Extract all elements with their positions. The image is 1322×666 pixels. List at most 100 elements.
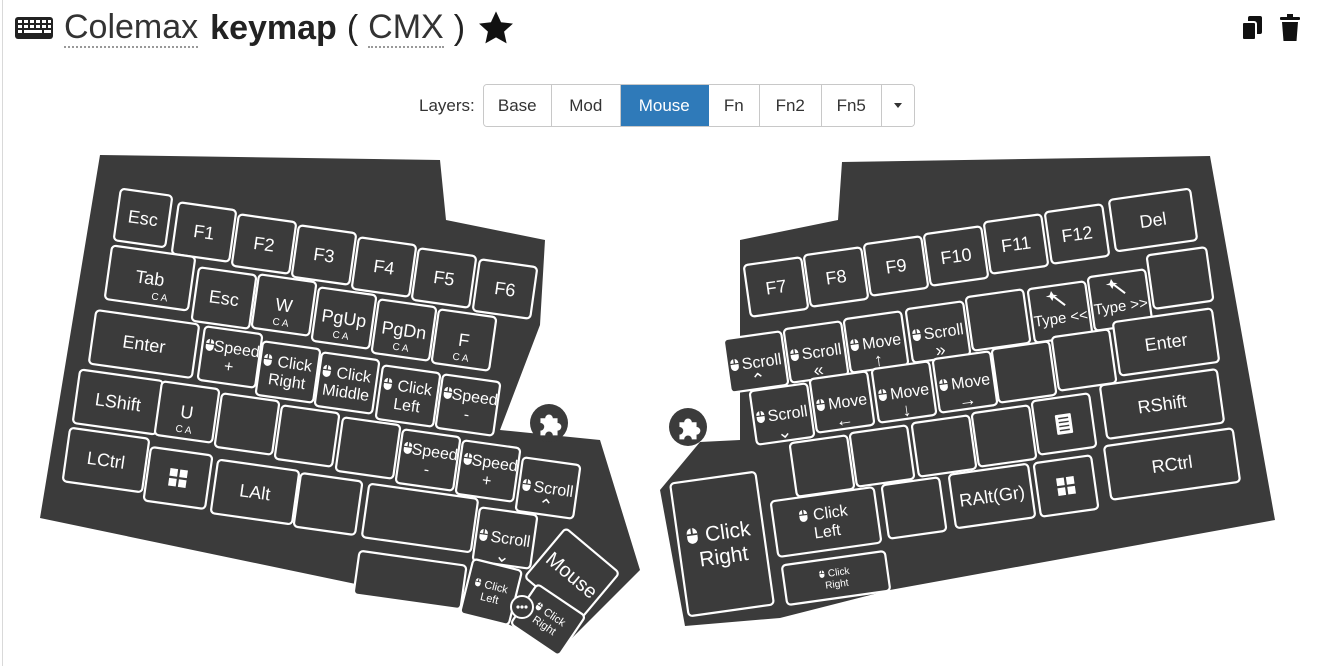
key-f4-label: F4	[372, 256, 396, 279]
keyboard-name[interactable]: Colemax	[64, 8, 199, 48]
key-w-label: W	[274, 294, 294, 316]
key-f[interactable]: FC A	[430, 308, 498, 372]
key-f12[interactable]: F12	[1044, 203, 1110, 265]
keyboard-icon	[15, 17, 53, 39]
key-lctrl[interactable]: LCtrl	[62, 427, 150, 493]
key-blank-r6[interactable]	[910, 414, 978, 478]
arrow-icon: ⌃	[750, 369, 768, 391]
key-mouse-speed-minus[interactable]: Speed-	[434, 373, 502, 437]
puzzle-icon[interactable]	[530, 404, 568, 442]
key-f8-label: F8	[824, 266, 848, 289]
key-blank-r4[interactable]	[990, 340, 1058, 404]
key-blank-r5[interactable]	[970, 404, 1038, 468]
key-pgup[interactable]: PgUpC A	[310, 286, 378, 350]
key-del[interactable]: Del	[1108, 187, 1198, 253]
key-esc-2[interactable]: Esc	[190, 266, 258, 330]
key-esc[interactable]: Esc	[113, 188, 173, 248]
key-f10[interactable]: F10	[923, 225, 989, 287]
key-blank-r2[interactable]	[964, 288, 1032, 352]
key-mouse-speed-plus-2[interactable]: Speed+	[454, 439, 522, 503]
keyboard-diagram: EscF1F2 F3F4 F5 F6TabC A Esc WC A PgUpC A PgDnC…	[40, 155, 1275, 656]
key-mouse-click-right[interactable]: ClickRight	[254, 340, 322, 404]
modifier-hint: C A	[392, 342, 410, 355]
key-del-label: Del	[1138, 209, 1168, 233]
modifier-hint: C A	[175, 424, 193, 437]
key-win-left[interactable]	[142, 446, 214, 510]
key-f9-label: F9	[884, 255, 908, 278]
layer-tab-fn5[interactable]: Fn5	[821, 85, 882, 126]
key-mouse-move-down[interactable]: Move↓	[870, 360, 938, 424]
key-f9[interactable]: F9	[863, 235, 929, 297]
key-win-right[interactable]	[1032, 454, 1100, 518]
layer-tab-mouse[interactable]: Mouse	[620, 85, 709, 126]
key-f11[interactable]: F11	[983, 213, 1049, 275]
modifier-hint: C A	[272, 317, 290, 330]
key-blank-r3[interactable]	[1050, 328, 1118, 392]
layer-tab-mod[interactable]: Mod	[551, 85, 621, 126]
open-paren: (	[346, 9, 359, 47]
key-mouse-scroll-up-r[interactable]: Scroll⌃	[722, 330, 790, 394]
key-w[interactable]: WC A	[250, 273, 318, 337]
key-u[interactable]: UC A	[153, 380, 221, 444]
puzzle-icon[interactable]	[669, 408, 707, 446]
key-mouse-scroll-up[interactable]: Scroll⌃	[514, 456, 582, 520]
arrow-icon: →	[957, 389, 978, 411]
menu-key-icon	[1054, 413, 1074, 435]
key-f4[interactable]: F4	[351, 236, 417, 298]
layer-selector: Layers: Base Mod Mouse Fn Fn2 Fn5	[419, 84, 915, 127]
key-f2-label: F2	[252, 233, 276, 256]
key-tab[interactable]: TabC A	[104, 244, 196, 312]
modifier-hint: C A	[452, 352, 470, 365]
layers-label: Layers:	[419, 95, 475, 115]
key-blank-l1[interactable]	[213, 392, 281, 456]
key-mouse-click-middle[interactable]: ClickMiddle	[313, 351, 381, 415]
key-pgdn[interactable]: PgDnC A	[370, 298, 438, 362]
key-f2[interactable]: F2	[231, 213, 297, 275]
key-f6-label: F6	[493, 278, 517, 301]
key-blank-r8[interactable]	[788, 434, 856, 498]
key-esc-2-label: Esc	[208, 286, 241, 310]
layer-tab-base[interactable]: Base	[483, 85, 552, 126]
key-thumb-click-right-r[interactable]: ClickRight	[669, 471, 775, 617]
key-ralt[interactable]: RAlt(Gr)	[948, 463, 1036, 529]
key-tab-label: Tab	[134, 266, 166, 290]
trash-icon[interactable]	[1278, 14, 1302, 42]
layer-dropdown-toggle[interactable]	[881, 85, 914, 126]
key-lshift[interactable]: LShift	[72, 368, 164, 436]
key-lalt[interactable]: LAlt	[210, 458, 300, 526]
key-f5[interactable]: F5	[411, 247, 477, 309]
key-f1[interactable]: F1	[171, 201, 237, 263]
modifier-hint: C A	[332, 330, 350, 343]
key-mouse-move-left[interactable]: Move←	[808, 370, 876, 434]
key-app-menu[interactable]	[1030, 392, 1098, 456]
key-mouse-click-left[interactable]: ClickLeft	[374, 364, 442, 428]
modifier-hint: C A	[151, 291, 169, 304]
key-blank-r7[interactable]	[848, 424, 916, 488]
key-mouse-move-right[interactable]: Move→	[931, 350, 999, 414]
key-blank-r9[interactable]	[880, 476, 948, 540]
layer-tab-fn[interactable]: Fn	[708, 85, 760, 126]
arrow-icon: ←	[834, 409, 855, 431]
arrow-icon: ⌃	[537, 495, 555, 517]
key-f3[interactable]: F3	[291, 224, 357, 286]
key-blank-l4[interactable]	[292, 472, 364, 536]
layer-tab-group: Base Mod Mouse Fn Fn2 Fn5	[482, 84, 915, 127]
key-blank-l2[interactable]	[273, 404, 341, 468]
copy-icon[interactable]	[1240, 14, 1264, 42]
key-f6[interactable]: F6	[472, 258, 538, 320]
key-f1-label: F1	[192, 221, 216, 244]
key-mouse-speed-plus[interactable]: Speed+	[196, 325, 264, 389]
key-blank-l3[interactable]	[334, 416, 402, 480]
keymap-actions	[1240, 14, 1302, 42]
key-mouse-scroll-down-r[interactable]: Scroll⌄	[748, 382, 816, 446]
key-blank-r1[interactable]	[1145, 246, 1215, 310]
close-paren: )	[453, 9, 466, 47]
keymap-code[interactable]: CMX	[368, 8, 444, 48]
key-lalt-label: LAlt	[238, 480, 272, 504]
key-mouse-speed-minus-2[interactable]: Speed-	[394, 428, 462, 492]
key-f7[interactable]: F7	[743, 256, 809, 318]
key-f8[interactable]: F8	[803, 246, 869, 308]
layer-tab-fn2[interactable]: Fn2	[759, 85, 822, 126]
more-options-icon[interactable]	[510, 595, 534, 619]
star-icon[interactable]	[477, 9, 515, 47]
